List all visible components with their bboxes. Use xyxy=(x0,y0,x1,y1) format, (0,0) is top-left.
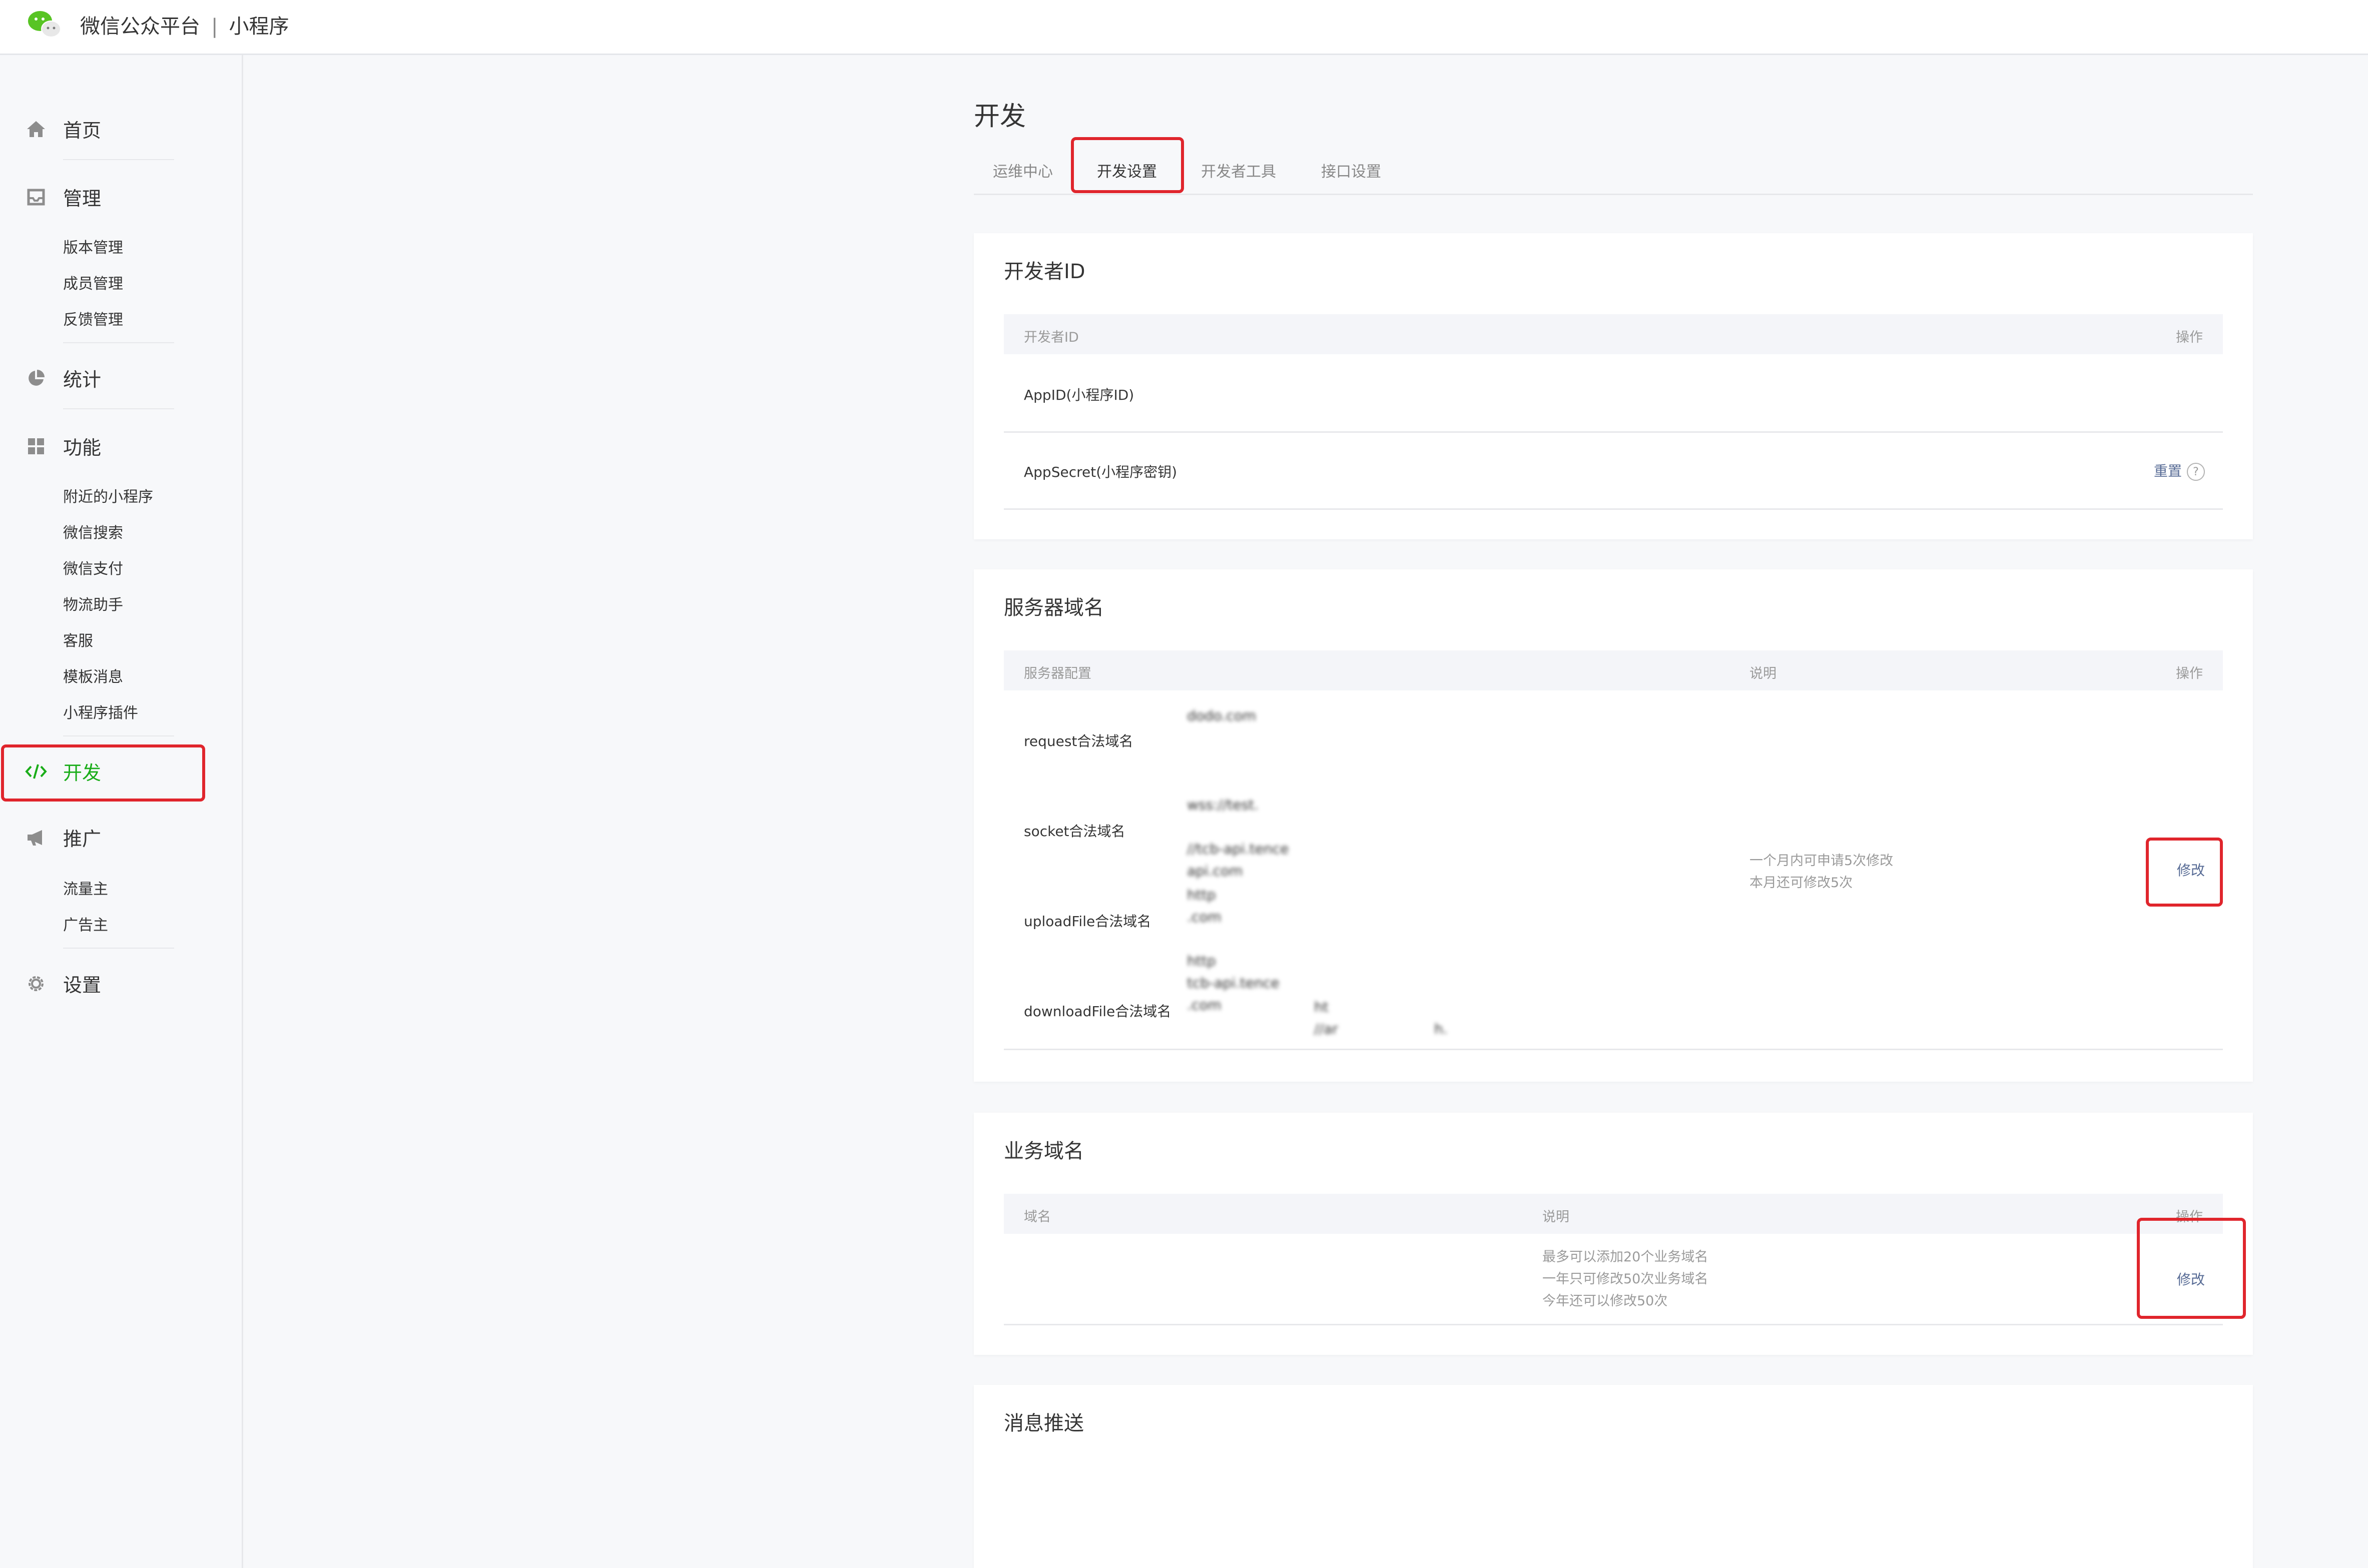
socket-domain-value: api.com xyxy=(1187,863,1243,879)
request-domain-label: request合法域名 xyxy=(1024,733,1133,749)
modify-server-domain-highlight-box xyxy=(2146,838,2223,907)
modify-business-domain-highlight-box xyxy=(2137,1218,2246,1319)
brand-title[interactable]: 微信公众平台 | 小程序 xyxy=(80,10,289,39)
tab-api-settings[interactable]: 接口设置 xyxy=(1321,159,1381,181)
sidebar-item-settings[interactable]: 设置 xyxy=(25,970,101,997)
sidebar-label-features: 功能 xyxy=(63,437,102,459)
dev-settings-tab-highlight-box xyxy=(1071,137,1184,193)
sidebar-item-feedback-manage[interactable]: 反馈管理 xyxy=(63,307,123,329)
server-domain-card: 服务器域名 服务器配置 说明 操作 request合法域名 dodo.com s… xyxy=(974,569,2253,1082)
sidebar-label-promote: 推广 xyxy=(63,828,102,850)
business-domain-desc-line: 最多可以添加20个业务域名 xyxy=(1542,1249,1708,1265)
appsecret-label: AppSecret(小程序密钥) xyxy=(1024,464,1177,480)
sidebar-item-member-manage[interactable]: 成员管理 xyxy=(63,271,123,293)
server-domain-title: 服务器域名 xyxy=(1004,596,1104,619)
socket-domain-label: socket合法域名 xyxy=(1024,823,1125,840)
table-row-business-domain: 最多可以添加20个业务域名 一年只可修改50次业务域名 今年还可以修改50次 修… xyxy=(1004,1234,2223,1325)
sidebar-divider xyxy=(63,948,174,949)
downloadfile-domain-label: downloadFile合法域名 xyxy=(1024,1003,1171,1020)
sidebar-label-manage: 管理 xyxy=(63,188,102,210)
top-bar: 微信公众平台 | 小程序 xyxy=(0,0,2368,55)
business-domain-table-header: 域名 说明 操作 xyxy=(1004,1194,2223,1234)
uploadfile-domain-value: http xyxy=(1187,887,1216,903)
sidebar-item-traffic-owner[interactable]: 流量主 xyxy=(63,877,108,899)
table-row-appid: AppID(小程序ID) xyxy=(1004,354,2223,433)
sidebar-item-home[interactable]: 首页 xyxy=(25,115,101,143)
sidebar-item-wechat-search[interactable]: 微信搜索 xyxy=(63,520,123,542)
downloadfile-domain-value: //ar xyxy=(1314,1021,1338,1037)
col-description: 说明 xyxy=(1542,1209,1569,1225)
uploadfile-domain-value: tcb-api.tence xyxy=(1187,975,1280,991)
pie-chart-icon xyxy=(25,367,47,389)
tab-dev-tools[interactable]: 开发者工具 xyxy=(1201,159,1276,181)
developer-id-card: 开发者ID 开发者ID 操作 AppID(小程序ID) AppSecret(小程… xyxy=(974,233,2253,539)
home-icon xyxy=(25,118,47,140)
page-title: 开发 xyxy=(974,102,1026,132)
col-action: 操作 xyxy=(2176,330,2203,345)
col-domain: 域名 xyxy=(1024,1209,1051,1225)
sidebar-item-logistics[interactable]: 物流助手 xyxy=(63,592,123,614)
sidebar-item-customer-service[interactable]: 客服 xyxy=(63,628,93,650)
sidebar-item-version-manage[interactable]: 版本管理 xyxy=(63,235,123,257)
megaphone-icon xyxy=(25,827,47,849)
developer-id-title: 开发者ID xyxy=(1004,260,1085,283)
sidebar-label-stats: 统计 xyxy=(63,369,102,391)
server-domain-table-header: 服务器配置 说明 操作 xyxy=(1004,650,2223,690)
sidebar-label-settings: 设置 xyxy=(63,974,102,996)
tab-ops-center[interactable]: 运维中心 xyxy=(993,159,1053,181)
grid-icon xyxy=(25,435,47,457)
gear-icon xyxy=(25,973,47,995)
message-push-title: 消息推送 xyxy=(1004,1412,1084,1435)
sidebar-item-manage[interactable]: 管理 xyxy=(25,183,101,211)
sidebar-divider xyxy=(63,408,174,409)
developer-id-table-header: 开发者ID 操作 xyxy=(1004,314,2223,354)
wechat-logo-icon xyxy=(28,11,61,38)
sidebar-divider xyxy=(63,159,174,160)
sidebar-item-template-message[interactable]: 模板消息 xyxy=(63,664,123,686)
sidebar-divider xyxy=(63,342,174,343)
uploadfile-domain-value: .com xyxy=(1187,997,1222,1013)
table-row-server-domains: request合法域名 dodo.com socket合法域名 wss://te… xyxy=(1004,690,2223,1050)
business-domain-desc-line: 一年只可修改50次业务域名 xyxy=(1542,1271,1708,1287)
brand-separator: | xyxy=(211,15,218,38)
message-push-card: 消息推送 xyxy=(974,1385,2253,1568)
table-row-appsecret: AppSecret(小程序密钥) 重置? xyxy=(1004,431,2223,510)
business-domain-title: 业务域名 xyxy=(1004,1140,1084,1163)
sidebar-item-stats[interactable]: 统计 xyxy=(25,364,101,392)
appid-label: AppID(小程序ID) xyxy=(1024,387,1134,403)
sidebar-item-wechat-pay[interactable]: 微信支付 xyxy=(63,556,123,578)
uploadfile-domain-value: .com xyxy=(1187,909,1222,925)
server-domain-desc-line: 本月还可修改5次 xyxy=(1749,875,1853,891)
business-domain-desc-line: 今年还可以修改50次 xyxy=(1542,1293,1668,1309)
col-server-config: 服务器配置 xyxy=(1024,666,1091,681)
sidebar-item-promote[interactable]: 推广 xyxy=(25,824,101,851)
sidebar-item-nearby-miniprogram[interactable]: 附近的小程序 xyxy=(63,484,153,506)
uploadfile-domain-label: uploadFile合法域名 xyxy=(1024,913,1151,930)
appsecret-actions: 重置? xyxy=(2154,460,2205,481)
sidebar-item-features[interactable]: 功能 xyxy=(25,432,101,460)
server-domain-desc-line: 一个月内可申请5次修改 xyxy=(1749,853,1894,869)
develop-highlight-box xyxy=(1,744,205,802)
sidebar-item-plugins[interactable]: 小程序插件 xyxy=(63,700,138,722)
business-domain-card: 业务域名 域名 说明 操作 最多可以添加20个业务域名 一年只可修改50次业务域… xyxy=(974,1113,2253,1355)
col-developer-id: 开发者ID xyxy=(1024,330,1079,345)
reset-secret-link[interactable]: 重置 xyxy=(2154,463,2182,479)
col-description: 说明 xyxy=(1749,666,1777,681)
col-action: 操作 xyxy=(2176,666,2203,681)
request-domain-value: dodo.com xyxy=(1187,707,1257,724)
product-name: 小程序 xyxy=(229,15,289,38)
socket-domain-value: //tcb-api.tence xyxy=(1187,841,1289,857)
sidebar-divider xyxy=(63,735,174,736)
downloadfile-domain-value: ht xyxy=(1314,999,1329,1015)
downloadfile-domain-value: h. xyxy=(1434,1021,1448,1037)
socket-domain-value: wss://test. xyxy=(1187,797,1259,813)
help-icon[interactable]: ? xyxy=(2187,463,2205,481)
uploadfile-domain-value: http xyxy=(1187,953,1216,969)
inbox-icon xyxy=(25,186,47,208)
sidebar-item-advertiser[interactable]: 广告主 xyxy=(63,913,108,935)
sidebar-label-home: 首页 xyxy=(63,120,102,142)
platform-name[interactable]: 微信公众平台 xyxy=(80,15,200,38)
